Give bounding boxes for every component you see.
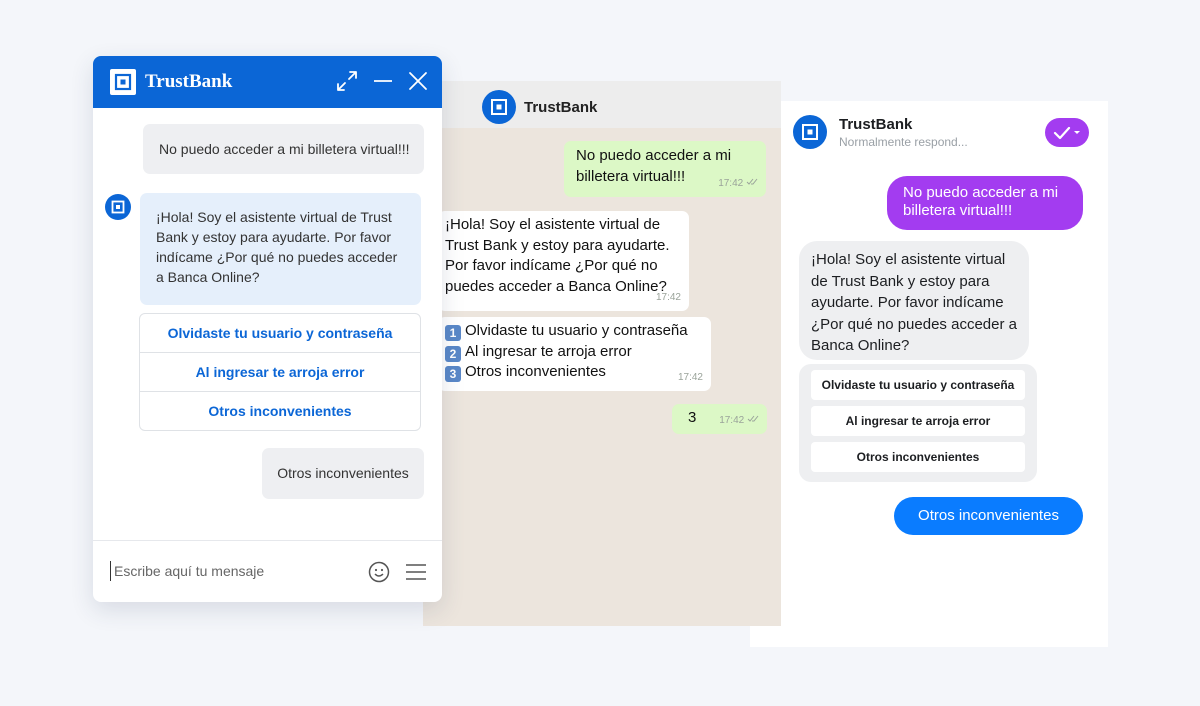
web-widget-title: TrustBank — [145, 71, 233, 92]
whatsapp-option: 1 Olvidaste tu usuario y contraseña — [445, 321, 704, 342]
whatsapp-options-message: 1 Olvidaste tu usuario y contraseña 2 Al i… — [438, 317, 711, 391]
message-time: 17:42 — [719, 414, 745, 426]
keycap-number-icon: 3 — [445, 366, 461, 382]
web-bot-message: ¡Hola! Soy el asistente virtual de Trust… — [140, 193, 421, 305]
input-divider — [93, 540, 442, 541]
messenger-chat-panel: TrustBank Normalmente respond... No pued… — [750, 101, 1108, 647]
whatsapp-bot-message-text: ¡Hola! Soy el asistente virtual de Trust… — [445, 216, 670, 295]
whatsapp-option: 3 Otros inconvenientes — [445, 362, 704, 383]
message-time: 17:42 — [677, 371, 703, 383]
messenger-option-login-error[interactable]: Al ingresar te arroja error — [811, 406, 1025, 436]
whatsapp-user-reply: 3 17:42 — [672, 404, 767, 434]
emoji-icon[interactable] — [368, 561, 390, 583]
web-option-forgot-credentials[interactable]: Olvidaste tu usuario y contraseña — [140, 314, 420, 353]
web-user-reply: Otros inconvenientes — [262, 448, 424, 499]
double-check-icon — [747, 415, 759, 422]
chevron-down-icon — [1074, 131, 1080, 134]
messenger-quick-replies: Olvidaste tu usuario y contraseña Al ing… — [799, 364, 1037, 482]
whatsapp-message-meta: 17:42 — [719, 411, 759, 432]
web-option-login-error[interactable]: Al ingresar te arroja error — [140, 353, 420, 392]
messenger-header: TrustBank Normalmente respond... — [750, 101, 1108, 161]
messenger-option-forgot-credentials[interactable]: Olvidaste tu usuario y contraseña — [811, 370, 1025, 400]
web-quick-replies: Olvidaste tu usuario y contraseña Al ing… — [139, 313, 421, 431]
check-icon — [1053, 126, 1071, 140]
keycap-number-icon: 1 — [445, 325, 461, 341]
double-check-icon — [746, 178, 758, 185]
menu-icon[interactable] — [405, 563, 427, 581]
whatsapp-contact-name: TrustBank — [524, 99, 598, 116]
message-input[interactable]: Escribe aquí tu mensaje — [110, 561, 350, 581]
keycap-number-icon: 2 — [445, 345, 461, 362]
web-chat-widget: TrustBank No puedo acceder a mi billeter… — [93, 56, 442, 602]
whatsapp-user-message-text: No puedo acceder a mi billetera virtual!… — [576, 147, 732, 185]
expand-icon[interactable] — [336, 70, 358, 92]
web-widget-header: TrustBank — [93, 56, 442, 108]
whatsapp-option: 2 Al ingresar te arroja error — [445, 342, 704, 363]
minimize-icon[interactable] — [373, 70, 393, 92]
option-label: Olvidaste tu usuario y contraseña — [465, 322, 688, 339]
messenger-user-message: No puedo acceder a mi billetera virtual!… — [887, 176, 1083, 230]
messenger-user-reply: Otros inconvenientes — [894, 497, 1083, 535]
trustbank-logo-icon — [110, 69, 136, 95]
whatsapp-bot-message: ¡Hola! Soy el asistente virtual de Trust… — [438, 211, 689, 311]
close-icon[interactable] — [408, 71, 428, 91]
web-option-other-issues[interactable]: Otros inconvenientes — [140, 392, 420, 430]
bot-avatar-icon — [105, 194, 131, 220]
whatsapp-user-message: No puedo acceder a mi billetera virtual!… — [564, 141, 766, 197]
trustbank-logo-icon — [482, 90, 516, 124]
whatsapp-chat-panel: TrustBank No puedo acceder a mi billeter… — [423, 81, 781, 626]
messenger-check-dropdown-button[interactable] — [1045, 118, 1089, 147]
option-label: Otros inconvenientes — [465, 363, 606, 380]
whatsapp-user-reply-text: 3 — [688, 409, 697, 426]
messenger-option-other-issues[interactable]: Otros inconvenientes — [811, 442, 1025, 472]
option-label: Al ingresar te arroja error — [465, 342, 632, 360]
messenger-contact-name: TrustBank — [839, 116, 913, 133]
message-time: 17:42 — [718, 177, 744, 189]
web-user-message: No puedo acceder a mi billetera virtual!… — [143, 124, 424, 174]
trustbank-logo-icon — [793, 115, 827, 149]
whatsapp-header: TrustBank — [423, 81, 781, 128]
messenger-contact-status: Normalmente respond... — [839, 135, 968, 149]
messenger-bot-message: ¡Hola! Soy el asistente virtual de Trust… — [799, 241, 1029, 360]
whatsapp-message-meta: 17:42 — [718, 174, 758, 195]
message-time: 17:42 — [655, 291, 681, 303]
